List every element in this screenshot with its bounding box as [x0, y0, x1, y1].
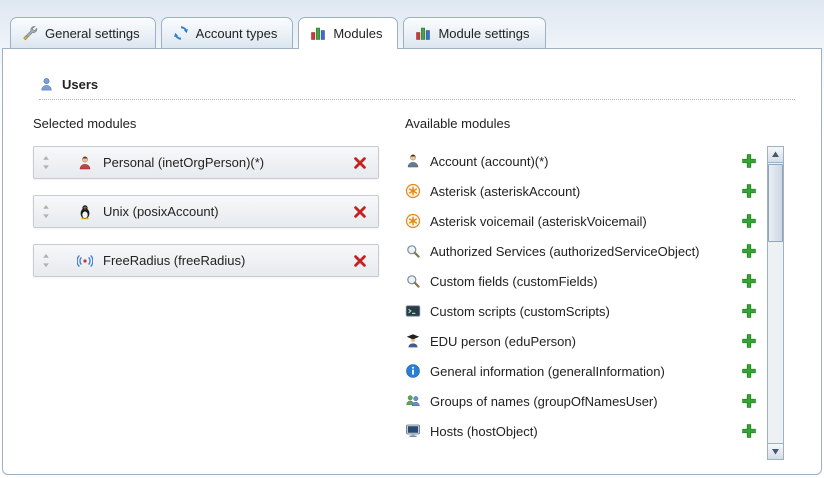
tab-account-types[interactable]: Account types: [161, 17, 294, 48]
plus-icon: [741, 273, 757, 289]
selected-modules-panel: Selected modules Personal (inetOrgPerson…: [33, 116, 405, 460]
add-module-button[interactable]: [741, 213, 757, 229]
delete-module-button[interactable]: [352, 253, 368, 269]
available-modules-panel: Available modules Account (account)(*): [405, 116, 821, 460]
scroll-track[interactable]: [768, 163, 783, 443]
available-modules-heading: Available modules: [405, 116, 821, 131]
sync-icon: [173, 25, 189, 41]
add-module-button[interactable]: [741, 423, 757, 439]
add-module-button[interactable]: [741, 303, 757, 319]
available-module-label: Groups of names (groupOfNamesUser): [430, 394, 658, 409]
plus-icon: [741, 333, 757, 349]
available-module-row: EDU person (eduPerson): [405, 326, 757, 356]
terminal-icon: [405, 303, 421, 319]
delete-module-button[interactable]: [352, 204, 368, 220]
group-icon: [405, 393, 421, 409]
tab-general-settings[interactable]: General settings: [10, 17, 156, 48]
add-module-button[interactable]: [741, 333, 757, 349]
selected-module-row[interactable]: Unix (posixAccount): [33, 195, 379, 228]
plus-icon: [741, 423, 757, 439]
chart-icon: [415, 25, 431, 41]
available-module-row: Hosts (hostObject): [405, 416, 757, 446]
available-module-label: Custom fields (customFields): [430, 274, 598, 289]
antenna-icon: [77, 253, 93, 269]
scrollbar[interactable]: [767, 146, 784, 460]
available-module-label: General information (generalInformation): [430, 364, 665, 379]
info-icon: [405, 363, 421, 379]
drag-handle-icon[interactable]: [41, 204, 53, 219]
plus-icon: [741, 363, 757, 379]
add-module-button[interactable]: [741, 363, 757, 379]
tab-label: Account types: [196, 26, 278, 41]
available-module-row: Custom scripts (customScripts): [405, 296, 757, 326]
plus-icon: [741, 303, 757, 319]
add-module-button[interactable]: [741, 153, 757, 169]
user-icon: [39, 77, 54, 92]
add-module-button[interactable]: [741, 273, 757, 289]
drag-handle-icon[interactable]: [41, 155, 53, 170]
tab-module-settings[interactable]: Module settings: [403, 17, 545, 48]
plus-icon: [741, 183, 757, 199]
drag-handle-icon[interactable]: [41, 253, 53, 268]
graduate-icon: [405, 333, 421, 349]
available-module-row: Groups of names (groupOfNamesUser): [405, 386, 757, 416]
selected-module-label: Unix (posixAccount): [103, 204, 219, 219]
selected-module-row[interactable]: FreeRadius (freeRadius): [33, 244, 379, 277]
available-module-label: Asterisk (asteriskAccount): [430, 184, 580, 199]
available-module-label: Authorized Services (authorizedServiceOb…: [430, 244, 700, 259]
add-module-button[interactable]: [741, 393, 757, 409]
add-module-button[interactable]: [741, 183, 757, 199]
delete-module-button[interactable]: [352, 155, 368, 171]
available-module-row: Asterisk voicemail (asteriskVoicemail): [405, 206, 757, 236]
asterisk-icon: [405, 213, 421, 229]
plus-icon: [741, 243, 757, 259]
delete-icon: [352, 155, 368, 171]
scroll-down-button[interactable]: [768, 443, 783, 459]
section-header: Users: [39, 77, 795, 100]
arrow-down-icon: [771, 447, 780, 456]
wrench-icon: [22, 25, 38, 41]
tab-label: Modules: [333, 26, 382, 41]
selected-module-row[interactable]: Personal (inetOrgPerson)(*): [33, 146, 379, 179]
available-module-label: Account (account)(*): [430, 154, 549, 169]
tab-modules[interactable]: Modules: [298, 17, 398, 49]
asterisk-icon: [405, 183, 421, 199]
available-modules-list: Account (account)(*) Asterisk (asteriskA…: [405, 146, 757, 446]
penguin-icon: [77, 204, 93, 220]
arrow-up-icon: [771, 150, 780, 159]
account-icon: [405, 153, 421, 169]
plus-icon: [741, 213, 757, 229]
magnifier-icon: [405, 243, 421, 259]
available-module-row: Account (account)(*): [405, 146, 757, 176]
magnifier-icon: [405, 273, 421, 289]
available-module-row: Asterisk (asteriskAccount): [405, 176, 757, 206]
available-module-label: Hosts (hostObject): [430, 424, 538, 439]
tab-label: Module settings: [438, 26, 529, 41]
plus-icon: [741, 153, 757, 169]
tab-bar: General settings Account types Modules M…: [0, 0, 824, 48]
available-module-label: Custom scripts (customScripts): [430, 304, 610, 319]
page-title: Users: [62, 77, 98, 92]
available-module-row: Custom fields (customFields): [405, 266, 757, 296]
available-module-row: Authorized Services (authorizedServiceOb…: [405, 236, 757, 266]
selected-modules-heading: Selected modules: [33, 116, 405, 131]
chart-icon: [310, 25, 326, 41]
available-module-label: EDU person (eduPerson): [430, 334, 576, 349]
content-panel: Users Selected modules Personal (inetOrg…: [2, 48, 822, 475]
plus-icon: [741, 393, 757, 409]
scroll-thumb[interactable]: [768, 164, 783, 242]
scroll-up-button[interactable]: [768, 147, 783, 163]
available-module-row: General information (generalInformation): [405, 356, 757, 386]
tab-label: General settings: [45, 26, 140, 41]
available-module-label: Asterisk voicemail (asteriskVoicemail): [430, 214, 647, 229]
delete-icon: [352, 204, 368, 220]
modules-columns: Selected modules Personal (inetOrgPerson…: [33, 116, 821, 460]
person-icon: [77, 155, 93, 171]
computer-icon: [405, 423, 421, 439]
selected-module-label: FreeRadius (freeRadius): [103, 253, 245, 268]
selected-module-label: Personal (inetOrgPerson)(*): [103, 155, 264, 170]
add-module-button[interactable]: [741, 243, 757, 259]
delete-icon: [352, 253, 368, 269]
